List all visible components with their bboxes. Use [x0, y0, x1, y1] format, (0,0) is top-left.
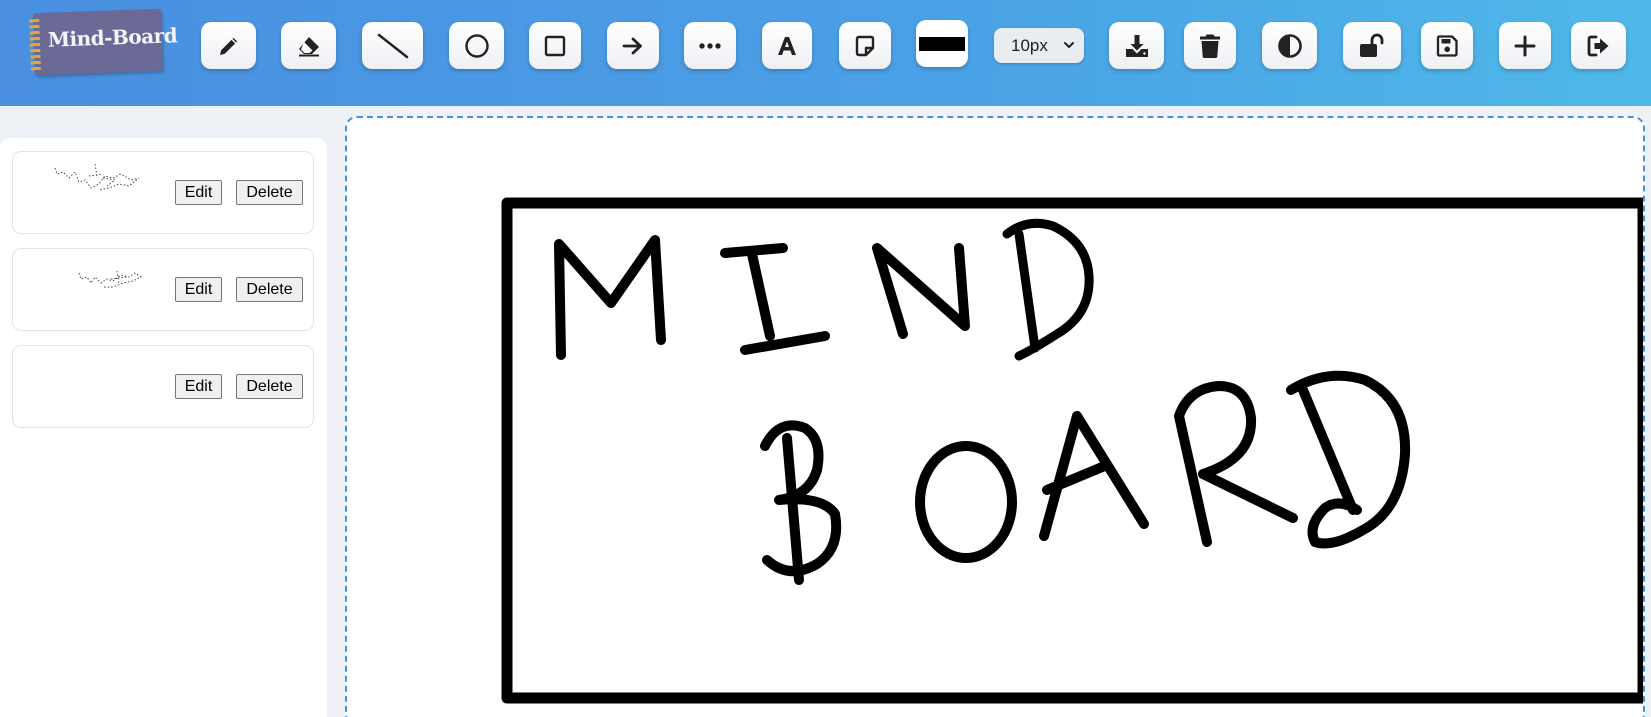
board-card[interactable]: Edit Delete — [12, 345, 314, 428]
drawn-letter-o — [915, 441, 1017, 563]
app-logo: Mind-Board — [29, 8, 178, 76]
board-card[interactable]: Edit Delete — [12, 248, 314, 331]
canvas-drawing — [501, 197, 1643, 704]
clear-board-button[interactable] — [1184, 22, 1236, 69]
theme-toggle-button[interactable] — [1262, 22, 1317, 69]
drawn-letter-d-bottom — [1286, 370, 1411, 549]
rectangle-tool-button[interactable] — [529, 22, 581, 69]
drawing-canvas[interactable] — [345, 116, 1645, 717]
delete-board-button[interactable]: Delete — [236, 374, 303, 399]
drawn-letter-d-top — [1002, 218, 1094, 361]
lock-toggle-button[interactable] — [1343, 22, 1401, 69]
stroke-size-select[interactable]: 10px — [994, 28, 1084, 63]
toolbar: Mind-Board 10px — [0, 0, 1651, 106]
sticky-note-tool-button[interactable] — [839, 22, 891, 69]
trash-icon — [1200, 34, 1220, 58]
drawn-letter-i — [720, 243, 830, 355]
arrow-right-icon — [622, 37, 642, 54]
edit-board-button[interactable]: Edit — [175, 277, 222, 302]
contrast-icon — [1277, 33, 1302, 58]
text-tool-button[interactable] — [762, 22, 812, 69]
sticky-note-icon — [855, 35, 875, 56]
chevron-down-icon — [1064, 42, 1074, 48]
line-icon — [377, 33, 408, 58]
circle-icon — [464, 33, 489, 58]
pencil-icon — [219, 37, 237, 55]
drawn-letter-m — [554, 235, 666, 360]
drawn-letter-r — [1174, 381, 1298, 547]
drawn-rectangle — [501, 197, 1643, 704]
delete-board-button[interactable]: Delete — [236, 277, 303, 302]
board-thumbnail — [54, 163, 140, 191]
notebook-spiral-icon — [29, 19, 41, 72]
stroke-color-fill — [919, 36, 965, 51]
edit-board-button[interactable]: Edit — [175, 180, 222, 205]
plus-icon — [1514, 35, 1536, 56]
eraser-tool-button[interactable] — [281, 22, 336, 69]
circle-tool-button[interactable] — [449, 22, 504, 69]
download-button[interactable] — [1109, 22, 1164, 69]
save-button[interactable] — [1421, 22, 1473, 69]
stroke-color-picker[interactable] — [916, 20, 968, 67]
unlock-icon — [1360, 33, 1384, 57]
eraser-icon — [298, 36, 319, 56]
drawn-letter-a — [1039, 411, 1149, 541]
drawn-letter-n — [872, 243, 970, 339]
drawn-letter-b — [760, 420, 842, 585]
arrow-tool-button[interactable] — [607, 22, 659, 69]
edit-board-button[interactable]: Edit — [175, 374, 222, 399]
text-icon — [778, 36, 796, 55]
floppy-disk-icon — [1436, 34, 1458, 57]
download-icon — [1125, 34, 1148, 57]
saved-boards-sidebar: Edit Delete Edit Delete Edit Delete — [0, 138, 327, 717]
ellipsis-icon — [699, 42, 721, 49]
logout-button[interactable] — [1571, 22, 1626, 69]
logo-text: Mind-Board — [47, 23, 178, 52]
square-icon — [544, 35, 566, 56]
sign-out-icon — [1587, 35, 1608, 56]
board-card[interactable]: Edit Delete — [12, 151, 314, 234]
dotted-line-tool-button[interactable] — [684, 22, 736, 69]
board-thumbnail — [78, 270, 142, 288]
stroke-size-value: 10px — [1011, 35, 1048, 55]
delete-board-button[interactable]: Delete — [236, 180, 303, 205]
pencil-tool-button[interactable] — [201, 22, 256, 69]
new-board-button[interactable] — [1499, 22, 1551, 69]
line-tool-button[interactable] — [362, 22, 423, 69]
